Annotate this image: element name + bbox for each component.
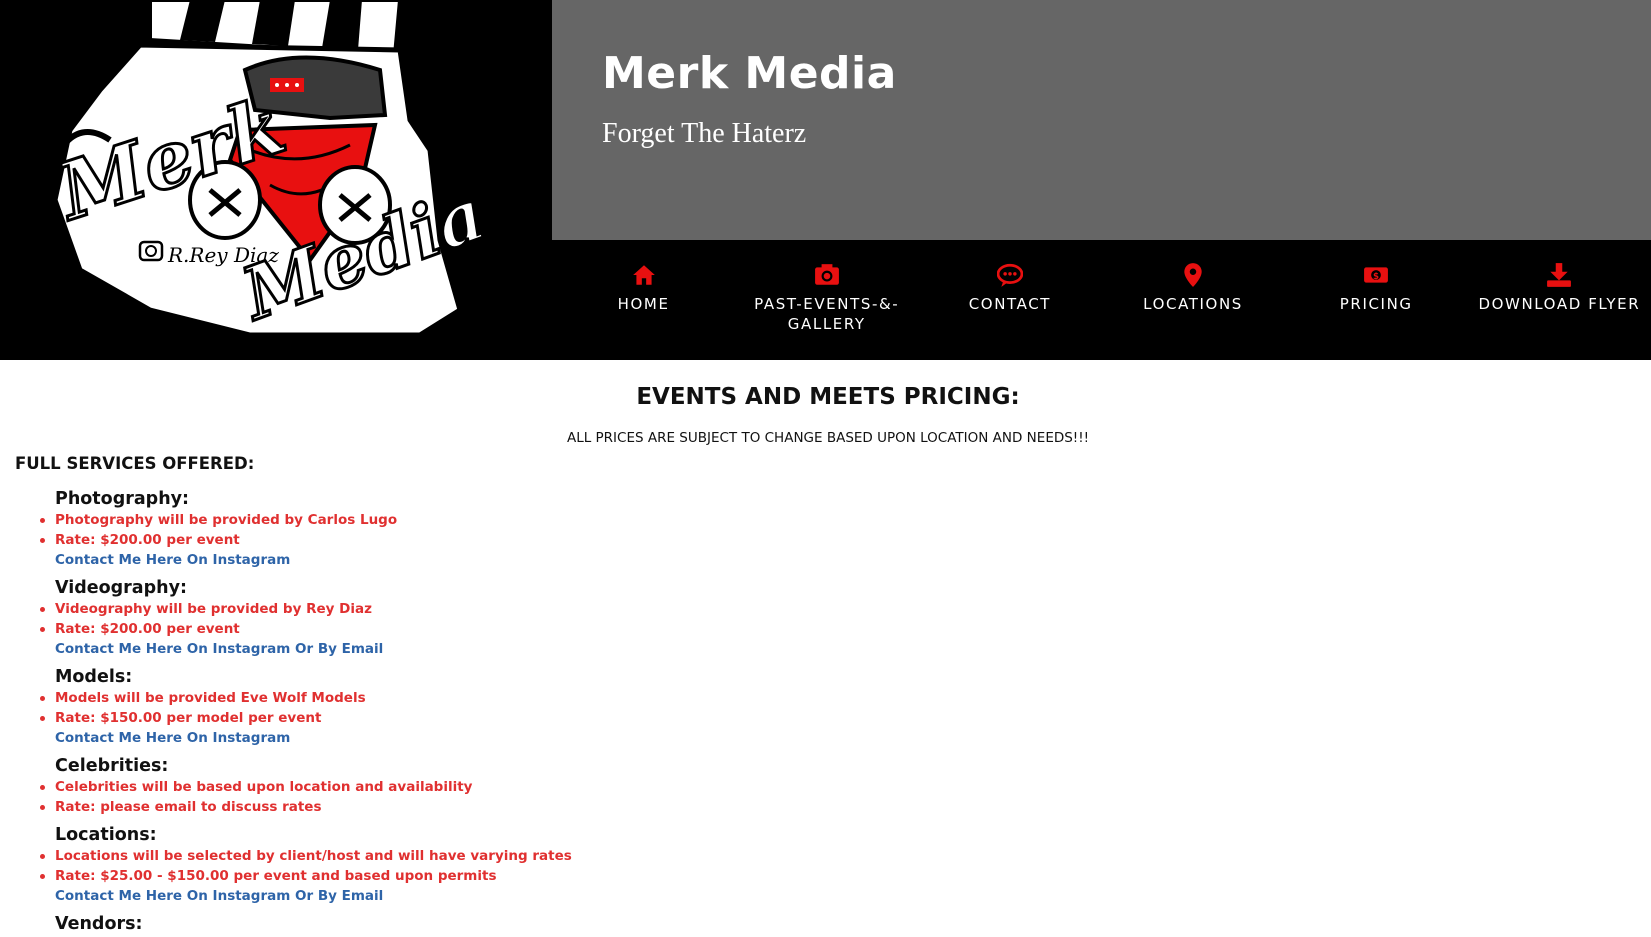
site-tagline: Forget The Haterz [602,118,807,149]
nav-item-locations[interactable]: LOCATIONS [1101,240,1284,360]
service-detail: Photography will be provided by Carlos L… [39,512,398,528]
service-detail: Celebrities will be based upon location … [39,779,473,795]
nav-label-locations: LOCATIONS [1143,295,1243,313]
service-detail: Locations will be selected by client/hos… [40,848,572,864]
service-title: Videography: [55,578,188,598]
site-title[interactable]: Merk Media [602,48,897,99]
price-notice: ALL PRICES ARE SUBJECT TO CHANGE BASED U… [566,430,1090,446]
nav-label-past-events-gallery: PAST-EVENTS-&- GALLERY [754,295,900,333]
service-detail: Models will be provided Eve Wolf Models [40,690,366,706]
money-icon: $ [1364,267,1389,283]
home-icon [632,265,655,285]
nav-item-download-flyer[interactable]: DOWNLOAD FLYER [1468,240,1651,360]
nav-label-download-flyer: DOWNLOAD FLYER [1478,295,1641,313]
service-locations: Locations: Locations will be selected by… [40,824,572,906]
nav-label-contact: CONTACT [968,295,1052,313]
contact-link[interactable]: Contact Me Here On Instagram [55,550,397,570]
site-header: Merk Media R.Rey Diaz Merk Media Forget … [0,0,1651,360]
svg-text:$: $ [1373,272,1379,282]
service-detail: Videography will be provided by Rey Diaz [39,599,383,619]
service-rate: Rate: please email to discuss rates [39,797,472,817]
service-models: Models: Models will be provided Eve Wolf… [40,666,366,748]
service-rate: Rate: $200.00 per event [39,530,397,550]
service-rate: Rate: $25.00 - $150.00 per event and bas… [40,866,572,886]
title-banner: Merk Media Forget The Haterz [552,0,1651,240]
page-heading: EVENTS AND MEETS PRICING: [636,384,1020,410]
service-rate: Rate: $150.00 per model per event [40,708,366,728]
nav-item-home[interactable]: HOME [552,240,735,360]
contact-link[interactable]: Contact Me Here On Instagram [55,728,366,748]
service-rate: Rate: $200.00 per event [39,619,383,639]
service-vendors: Vendors: [55,913,143,935]
site-logo[interactable]: Merk Media R.Rey Diaz [0,0,552,360]
service-title: Models: [55,667,133,687]
map-pin-icon [1184,263,1202,287]
nav-label-home: HOME [617,295,670,313]
service-celebrities: Celebrities: Celebrities will be based u… [39,755,473,817]
nav-item-contact[interactable]: CONTACT [918,240,1101,360]
service-title: Celebrities: [55,756,169,776]
nav-item-pricing[interactable]: $ PRICING [1285,240,1468,360]
service-title: Photography: [55,489,190,509]
camera-icon [814,264,839,285]
nav-item-past-events-gallery[interactable]: PAST-EVENTS-&- GALLERY [735,240,918,360]
download-icon [1547,263,1572,287]
logo-illustration: Merk Media R.Rey Diaz [0,0,552,360]
service-title: Locations: [55,825,157,845]
main-navigation: HOME PAST-EVENTS-&- GALLERY CONTACT LOCA… [552,240,1651,360]
logo-signature: R.Rey Diaz [167,243,279,267]
chat-icon [996,263,1023,287]
service-title: Vendors: [55,914,143,934]
service-photography: Photography: Photography will be provide… [39,488,398,570]
nav-label-pricing: PRICING [1339,295,1413,313]
services-heading: FULL SERVICES OFFERED: [15,454,255,473]
contact-link[interactable]: Contact Me Here On Instagram Or By Email [55,639,383,659]
service-videography: Videography: Videography will be provide… [39,577,383,659]
contact-link[interactable]: Contact Me Here On Instagram Or By Email [55,886,572,906]
